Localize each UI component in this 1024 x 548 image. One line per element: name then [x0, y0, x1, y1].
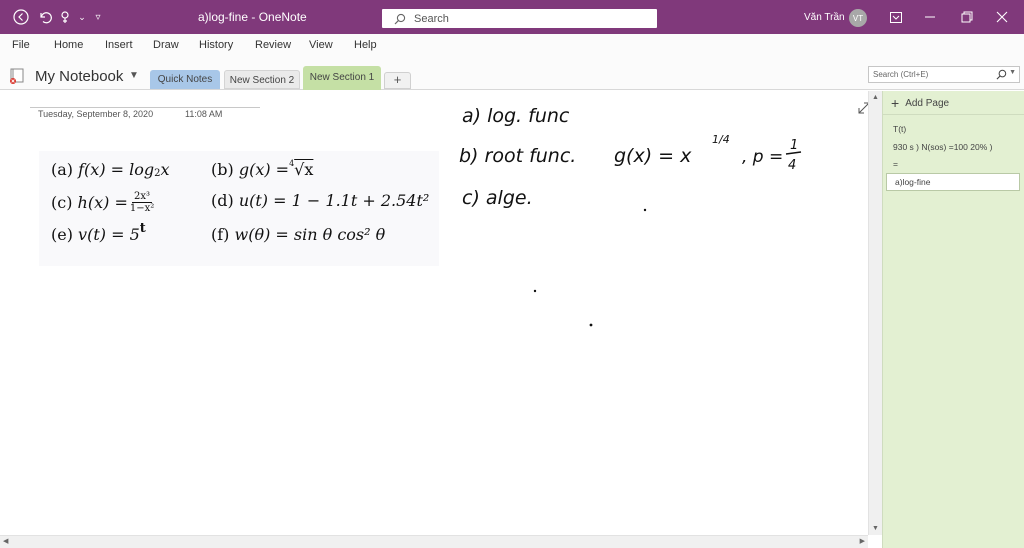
ink-line-b-equation: g(x) = x [614, 145, 692, 167]
problem-b: (b) g(x) = 4 √x [211, 159, 314, 179]
page-time: 11:08 AM [185, 109, 223, 119]
search-placeholder: Search [414, 12, 449, 25]
tab-new-section-1[interactable]: New Section 1 [303, 66, 381, 90]
window-title: a)log-fine - OneNote [198, 10, 307, 24]
ink-dot [643, 208, 647, 212]
plus-icon: + [891, 95, 900, 111]
menu-draw[interactable]: Draw [153, 39, 179, 51]
vertical-scrollbar[interactable]: ▲ ▼ [868, 91, 882, 535]
undo-icon[interactable] [35, 7, 55, 27]
page-search-input[interactable]: Search (Ctrl+E) ▼ [868, 66, 1020, 83]
menu-history[interactable]: History [199, 39, 233, 51]
scroll-down-icon[interactable]: ▼ [872, 525, 879, 532]
menu-review[interactable]: Review [255, 39, 291, 51]
user-name[interactable]: Văn Trần [804, 12, 845, 23]
page-item[interactable]: T(t) [893, 124, 906, 134]
back-icon[interactable] [11, 7, 31, 27]
notebook-icon[interactable] [9, 68, 25, 84]
menu-insert[interactable]: Insert [105, 39, 133, 51]
add-page-button[interactable]: + Add Page [891, 95, 949, 111]
menu-home[interactable]: Home [54, 39, 83, 51]
ink-line-b-exponent: 1/4 [712, 133, 730, 146]
page-item-selected[interactable]: a)log-fine [886, 173, 1020, 191]
ink-dot [589, 323, 593, 327]
ink-line-b-p-numerator: 1 [790, 138, 798, 153]
problem-c: (c) h(x) = 2x³ 1−x² [51, 191, 155, 214]
avatar[interactable]: VT [849, 9, 867, 27]
page-item[interactable]: 930 s ) N(sos) =100 20% ) [893, 142, 992, 152]
notebook-bar: My Notebook ▼ Quick Notes New Section 2 … [0, 58, 1024, 90]
fraction: 2x³ 1−x² [129, 191, 155, 214]
scroll-right-icon[interactable]: ▶ [860, 537, 865, 545]
search-icon [394, 13, 406, 24]
search-scope-dropdown-icon[interactable]: ▼ [1009, 69, 1016, 76]
page-item[interactable]: = [893, 159, 898, 169]
horizontal-scrollbar[interactable]: ◀ ▶ [0, 535, 868, 548]
page-title-underline [30, 107, 260, 108]
divider [883, 114, 1024, 115]
notebook-name[interactable]: My Notebook [35, 68, 123, 85]
search-bar[interactable]: Search [382, 9, 657, 28]
notebook-dropdown-icon[interactable]: ▼ [129, 70, 139, 81]
ink-fraction-bar [785, 151, 802, 155]
ink-line-b-p-denominator: 4 [788, 158, 796, 173]
ink-line-b-p: , p = [742, 147, 783, 167]
page-search-placeholder: Search (Ctrl+E) [873, 70, 929, 79]
problem-image: (a) f(x) = log 2 x (b) g(x) = 4 √x (c) h(x… [39, 151, 439, 266]
problem-a: (a) f(x) = log 2 x [51, 160, 170, 179]
minimize-icon[interactable] [920, 8, 940, 26]
menu-file[interactable]: File [12, 39, 30, 51]
scroll-left-icon[interactable]: ◀ [3, 537, 8, 545]
page-list: + Add Page T(t) 930 s ) N(sos) =100 20% … [882, 91, 1024, 548]
page-canvas[interactable]: Tuesday, September 8, 2020 11:08 AM (a) … [0, 91, 870, 535]
tab-new-section-2[interactable]: New Section 2 [224, 70, 300, 89]
ink-line-c: c) alge. [462, 187, 533, 209]
ink-line-b: b) root func. [459, 145, 576, 167]
problem-f: (f) w(θ) = sin θ cos² θ [211, 225, 386, 244]
ribbon-display-icon[interactable] [886, 8, 906, 26]
menu-view[interactable]: View [309, 39, 333, 51]
menu-help[interactable]: Help [354, 39, 377, 51]
search-icon[interactable] [996, 69, 1007, 80]
customize-toolbar-icon[interactable]: ▿ [88, 7, 108, 27]
scroll-up-icon[interactable]: ▲ [872, 94, 879, 101]
add-section-button[interactable]: + [384, 72, 411, 89]
restore-icon[interactable] [957, 8, 977, 26]
problem-d: (d) u(t) = 1 − 1.1t + 2.54t² [211, 191, 430, 210]
ribbon-menu: File Home Insert Draw History Review Vie… [0, 34, 1024, 58]
ink-dot [533, 289, 537, 293]
add-page-label: Add Page [905, 97, 950, 109]
tab-quick-notes[interactable]: Quick Notes [150, 70, 220, 89]
close-icon[interactable] [992, 8, 1012, 26]
ink-line-a: a) log. func [462, 105, 570, 127]
problem-e: (e) v(t) = 5t [51, 221, 146, 244]
page-date: Tuesday, September 8, 2020 [38, 109, 154, 119]
title-bar: ⌄ ▿ a)log-fine - OneNote Search Văn Trần… [0, 0, 1024, 34]
